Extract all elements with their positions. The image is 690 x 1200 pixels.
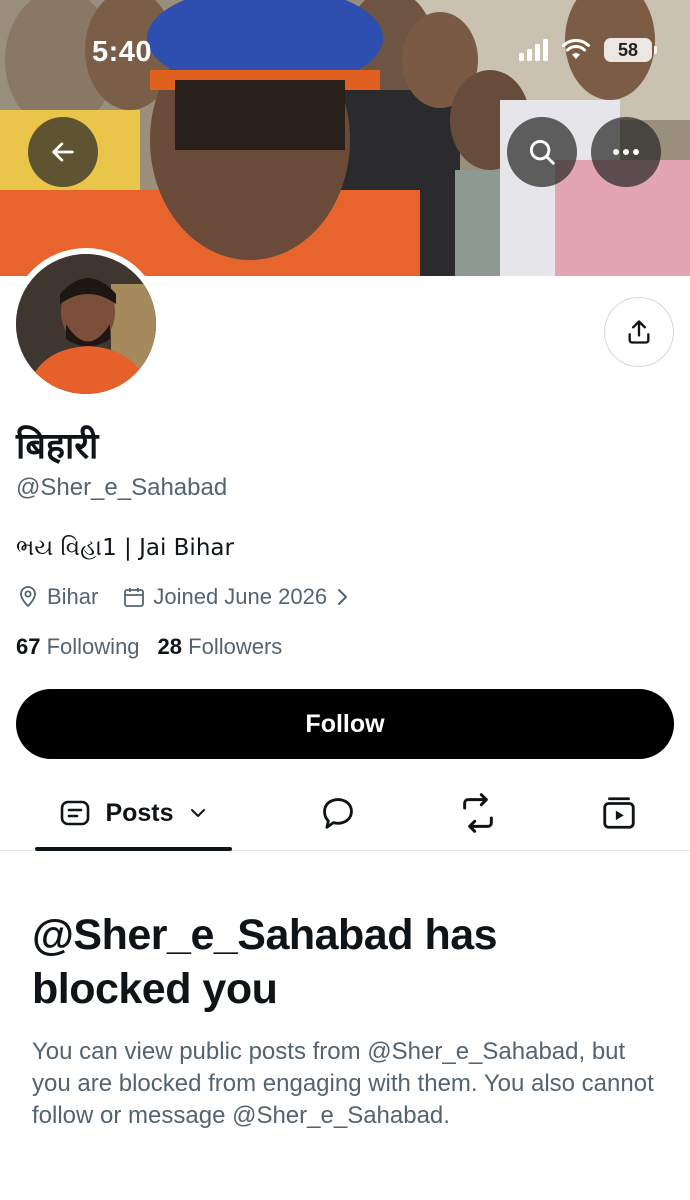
following-label: Following (46, 634, 140, 659)
tab-media[interactable] (584, 776, 654, 850)
following-link[interactable]: 67 Following (16, 634, 140, 660)
posts-icon (61, 800, 90, 826)
battery-indicator: 58 (604, 38, 657, 62)
tab-replies[interactable] (303, 776, 373, 850)
reply-bubble-icon (323, 798, 353, 829)
tab-posts[interactable]: Posts (35, 776, 232, 851)
cellular-signal-icon (519, 39, 548, 61)
avatar-photo (16, 254, 156, 394)
joined-label: Joined June 2026 (153, 584, 328, 609)
followers-count: 28 (157, 634, 183, 659)
profile-bio: ભય વિહા1 | Jai Bihar (16, 535, 234, 561)
tab-posts-label: Posts (105, 798, 174, 827)
following-count: 67 (16, 634, 41, 659)
blocked-title: @Sher_e_Sahabad has blocked you (32, 911, 498, 1013)
follow-counts: 67 Following 28 Followers (16, 634, 282, 660)
joined-date[interactable]: Joined June 2026 (122, 584, 352, 610)
status-time: 5:40 (92, 36, 153, 68)
profile-banner[interactable]: 5:40 58 (0, 0, 690, 276)
status-indicators: 58 (519, 38, 657, 62)
search-icon (529, 139, 555, 165)
media-icon (603, 797, 635, 829)
profile-avatar[interactable] (10, 248, 162, 400)
tab-reposts[interactable] (443, 776, 513, 850)
followers-label: Followers (188, 634, 283, 659)
wifi-icon (562, 39, 590, 59)
profile-meta: Bihar Joined June 2026 (16, 584, 376, 610)
repost-icon (463, 793, 493, 833)
location: Bihar (16, 584, 98, 610)
profile-handle: @Sher_e_Sahabad (16, 474, 228, 501)
display-name: बिहारी (16, 426, 99, 467)
blocked-description: You can view public posts from @Sher_e_S… (32, 1038, 654, 1129)
location-label: Bihar (47, 584, 99, 609)
share-icon (628, 320, 650, 344)
profile-tabs: Posts (0, 776, 690, 851)
more-horizontal-icon (613, 149, 639, 155)
followers-link[interactable]: 28 Followers (158, 634, 283, 660)
calendar-icon (124, 588, 145, 607)
share-button[interactable] (604, 297, 674, 367)
search-button[interactable] (507, 117, 577, 187)
avatar-image (16, 254, 156, 394)
follow-button[interactable]: Follow (16, 689, 674, 759)
more-button[interactable] (591, 117, 661, 187)
back-button[interactable] (28, 117, 98, 187)
arrow-left-icon (52, 142, 74, 162)
chevron-down-icon (190, 809, 205, 817)
location-pin-icon (20, 586, 36, 608)
chevron-right-icon (338, 589, 348, 605)
